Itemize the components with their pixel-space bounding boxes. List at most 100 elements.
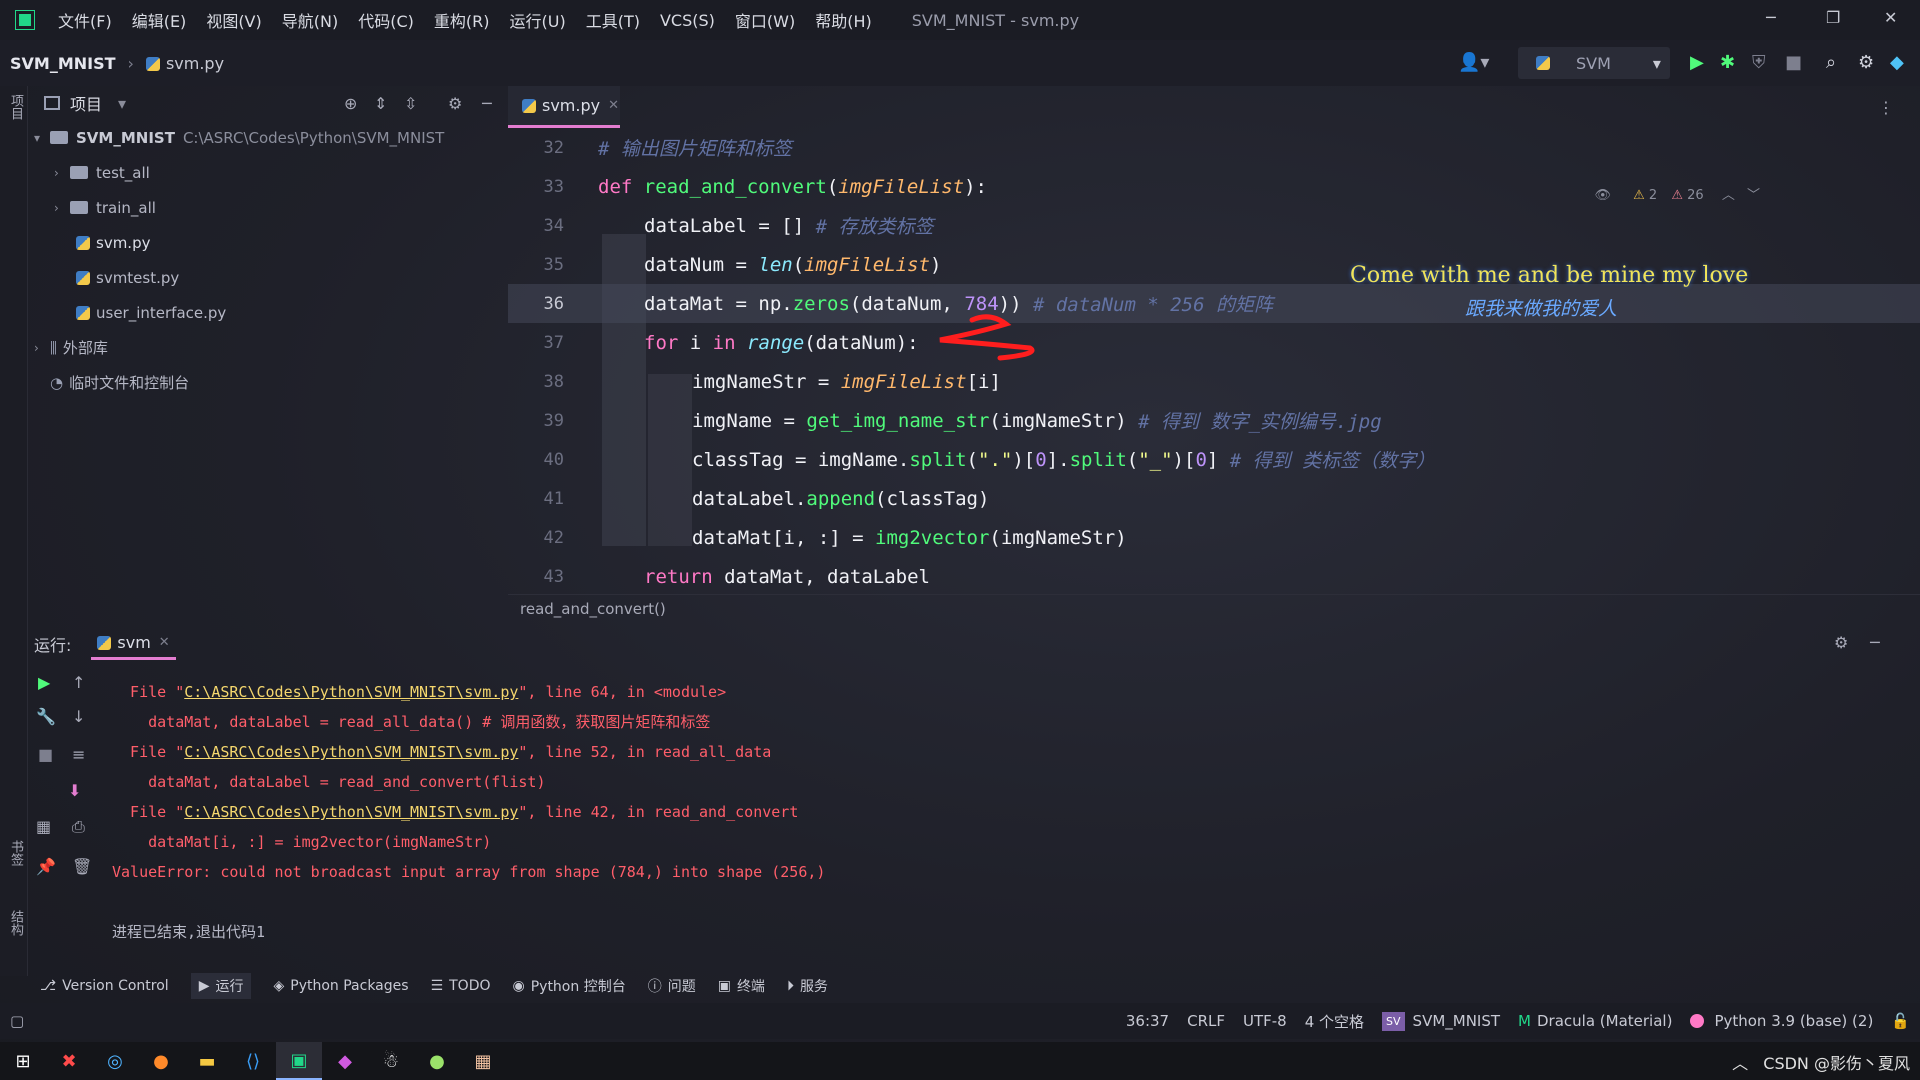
code-area[interactable]: 👁 ⚠ 2 ⚠ 26 ︿ ﹀ 32 # 输出图片矩阵和标签 33 def read_… [508, 128, 1920, 594]
menu-run[interactable]: 运行(U) [500, 8, 576, 32]
project-tool-label[interactable]: 项目 [6, 94, 25, 120]
menu-window[interactable]: 窗口(W) [725, 8, 805, 32]
gear-icon[interactable]: ⚙ [1834, 633, 1848, 652]
expand-all-icon[interactable]: ⇕ [374, 94, 387, 113]
collapse-all-icon[interactable]: ⇳ [404, 94, 417, 113]
lock-icon[interactable]: 🔓 [1891, 1012, 1910, 1030]
hide-panel-icon[interactable]: ─ [1870, 633, 1880, 652]
chevron-down-icon[interactable]: ▾ [118, 94, 126, 113]
scroll-to-end-icon[interactable]: ⬇ [68, 781, 81, 800]
hide-panel-icon[interactable]: ─ [482, 94, 492, 113]
rerun-icon[interactable]: ▶ [38, 673, 50, 692]
tree-item-scratches[interactable]: ◔ 临时文件和控制台 [28, 365, 508, 400]
jetbrains-app-icon[interactable]: ◆ [322, 1042, 368, 1080]
wrench-icon[interactable]: 🔧 [36, 707, 56, 726]
print-icon[interactable]: ⎙ [72, 817, 85, 837]
menu-file[interactable]: 文件(F) [48, 8, 122, 32]
firefox-icon[interactable]: ● [138, 1042, 184, 1080]
locate-icon[interactable]: ⊕ [344, 94, 357, 113]
vscode-icon[interactable]: ⟨⟩ [230, 1042, 276, 1080]
windows-start-icon[interactable]: ⊞ [0, 1042, 46, 1080]
debug-icon[interactable]: ✱ [1720, 52, 1735, 73]
layout-icon[interactable]: ▦ [36, 817, 51, 836]
minimize-icon[interactable]: ─ [1766, 8, 1776, 27]
menu-view[interactable]: 视图(V) [196, 8, 271, 32]
jetbrains-toolbox-icon[interactable]: ◆ [1890, 52, 1904, 73]
theme-name[interactable]: Dracula (Material) [1537, 1012, 1672, 1030]
structure-tool-label[interactable]: 结构 [6, 910, 25, 936]
breadcrumb-file[interactable]: svm.py [145, 54, 224, 73]
breadcrumb-project[interactable]: SVM_MNIST [10, 54, 116, 73]
menu-edit[interactable]: 编辑(E) [122, 8, 197, 32]
menu-tools[interactable]: 工具(T) [576, 8, 650, 32]
tab-python-console[interactable]: ◉ Python 控制台 [513, 976, 626, 996]
pycharm-logo-icon[interactable] [15, 10, 35, 30]
tab-terminal[interactable]: ▣ 终端 [718, 976, 765, 996]
soft-wrap-icon[interactable]: ≡ [72, 745, 85, 764]
browser-icon[interactable]: ◎ [92, 1042, 138, 1080]
tree-item-svm-py[interactable]: svm.py [28, 225, 508, 260]
arrow-down-icon[interactable]: ↓ [72, 707, 85, 726]
bookmarks-tool-label[interactable]: 书签 [6, 840, 25, 866]
project-name[interactable]: SVM_MNIST [1413, 1012, 1501, 1030]
project-panel-title[interactable]: 项目 [70, 91, 102, 115]
user-icon[interactable]: 👤▾ [1458, 52, 1489, 73]
tab-problems[interactable]: ⓘ 问题 [648, 976, 696, 996]
tab-svm-py[interactable]: svm.py ✕ [508, 86, 620, 128]
tab-python-packages[interactable]: ◈ Python Packages [273, 978, 408, 994]
run-tab-svm[interactable]: svm ✕ [91, 628, 176, 660]
qq-icon[interactable]: ☃ [368, 1042, 414, 1080]
gear-icon[interactable]: ⚙ [448, 94, 462, 113]
search-icon[interactable]: ⌕ [1826, 52, 1836, 73]
close-window-icon[interactable]: ✕ [1884, 8, 1897, 27]
tree-item-user-interface-py[interactable]: user_interface.py [28, 295, 508, 330]
menu-vcs[interactable]: VCS(S) [650, 11, 725, 30]
run-config-selector[interactable]: SVM ▾ [1518, 47, 1670, 79]
chevron-right-icon[interactable]: › [34, 341, 50, 355]
restore-icon[interactable]: ❐ [1826, 8, 1840, 27]
tab-todo[interactable]: ☰ TODO [431, 978, 491, 994]
chevron-right-icon[interactable]: › [54, 166, 70, 180]
chevron-right-icon[interactable]: › [54, 201, 70, 215]
close-tab-icon[interactable]: ✕ [608, 98, 619, 113]
run-icon[interactable]: ▶ [1690, 52, 1704, 73]
menu-navigate[interactable]: 导航(N) [272, 8, 348, 32]
tab-run[interactable]: ▶ 运行 [190, 973, 252, 999]
tree-item-test-all[interactable]: › test_all [28, 155, 508, 190]
python-interpreter[interactable]: Python 3.9 (base) (2) [1714, 1012, 1873, 1030]
app-x-icon[interactable]: ✖ [46, 1042, 92, 1080]
pin-icon[interactable]: 📌 [36, 857, 56, 876]
console-file-link[interactable]: C:\ASRC\Codes\Python\SVM_MNIST\svm.py [184, 803, 518, 821]
tab-services[interactable]: ⏵ 服务 [787, 976, 828, 996]
pycharm-taskbar-icon[interactable]: ▣ [276, 1042, 322, 1080]
stop-icon[interactable]: ■ [38, 745, 53, 764]
console-file-link[interactable]: C:\ASRC\Codes\Python\SVM_MNIST\svm.py [184, 743, 518, 761]
file-explorer-icon[interactable]: ▬ [184, 1042, 230, 1080]
caret-position[interactable]: 36:37 [1126, 1012, 1169, 1030]
chevron-down-icon[interactable]: ▾ [34, 131, 50, 145]
menu-help[interactable]: 帮助(H) [805, 8, 882, 32]
toggle-tool-windows-icon[interactable]: ▢ [10, 1012, 24, 1030]
editor-breadcrumb[interactable]: read_and_convert() [508, 594, 1920, 621]
tab-version-control[interactable]: ⎇ Version Control [40, 978, 169, 994]
line-separator[interactable]: CRLF [1187, 1012, 1225, 1030]
arrow-up-icon[interactable]: ↑ [72, 673, 85, 692]
trash-icon[interactable]: 🗑 [72, 857, 92, 876]
tree-item-svmtest-py[interactable]: svmtest.py [28, 260, 508, 295]
gear-icon[interactable]: ⚙ [1858, 52, 1874, 73]
chevron-up-icon[interactable]: ︿ [1732, 1054, 1748, 1073]
indent-setting[interactable]: 4 个空格 [1305, 1011, 1364, 1032]
chat-app-icon[interactable]: ● [414, 1042, 460, 1080]
game-app-icon[interactable]: ▦ [460, 1042, 506, 1080]
close-tab-icon[interactable]: ✕ [159, 635, 170, 650]
tree-item-external-libs[interactable]: › ⫼ 外部库 [28, 330, 508, 365]
stop-icon[interactable]: ■ [1785, 52, 1802, 73]
console-file-link[interactable]: C:\ASRC\Codes\Python\SVM_MNIST\svm.py [184, 683, 518, 701]
file-encoding[interactable]: UTF-8 [1243, 1012, 1287, 1030]
menu-refactor[interactable]: 重构(R) [424, 8, 500, 32]
run-console[interactable]: File "C:\ASRC\Codes\Python\SVM_MNIST\svm… [112, 677, 1892, 967]
menu-code[interactable]: 代码(C) [348, 8, 424, 32]
system-tray[interactable]: ︿ CSDN @影伤丶夏风 [1732, 1050, 1910, 1074]
more-options-icon[interactable]: ⋮ [1878, 98, 1894, 117]
tree-root[interactable]: ▾ SVM_MNIST C:\ASRC\Codes\Python\SVM_MNI… [28, 120, 508, 155]
